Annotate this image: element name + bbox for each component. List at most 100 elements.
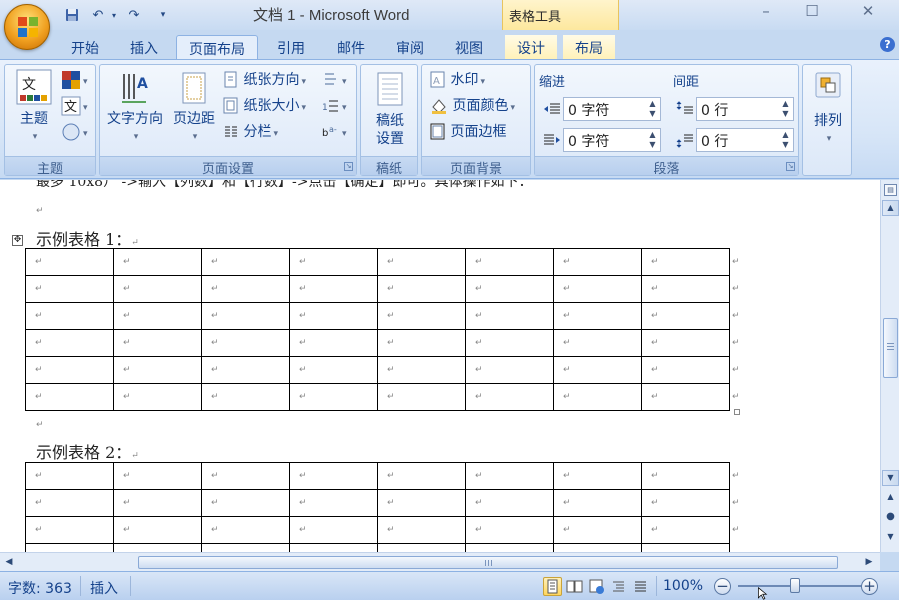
table-cell[interactable]: ↵ [465, 329, 554, 357]
table-cell[interactable]: ↵ [113, 302, 202, 330]
tab-layout[interactable]: 布局 [563, 35, 615, 60]
table-cell[interactable]: ↵ [25, 302, 114, 330]
page-color-button[interactable]: 页面颜色 ▾ [430, 95, 515, 117]
table-cell[interactable]: ↵ [377, 302, 466, 330]
hyphenation-button[interactable]: b a- ▾ [322, 121, 347, 143]
minimize-button[interactable]: – [744, 0, 788, 22]
text-direction-button[interactable]: A 文字方向 ▾ [102, 71, 168, 146]
theme-colors-button[interactable]: ▾ [61, 69, 88, 91]
table-cell[interactable]: ↵ [641, 356, 730, 384]
tab-review[interactable]: 审阅 [385, 35, 435, 60]
table-cell[interactable]: ↵ [553, 383, 642, 411]
table-cell[interactable]: ↵ [553, 489, 642, 517]
example-table-2[interactable]: ↵↵↵↵↵↵↵↵↵↵↵↵↵↵↵↵↵↵↵↵↵↵↵↵↵↵↵↵↵↵↵↵↵↵↵↵ [25, 462, 741, 552]
tab-view[interactable]: 视图 [444, 35, 494, 60]
table-cell[interactable]: ↵ [113, 516, 202, 544]
table-cell[interactable]: ↵ [289, 356, 378, 384]
watermark-button[interactable]: A 水印 ▾ [430, 69, 485, 91]
table-cell[interactable]: ↵ [553, 462, 642, 490]
tab-home[interactable]: 开始 [60, 35, 110, 60]
arrange-button[interactable]: 排列 ▾ [805, 71, 851, 148]
table-cell[interactable]: ↵ [113, 543, 202, 552]
table-cell[interactable]: ↵ [25, 543, 114, 552]
table-cell[interactable]: ↵ [465, 543, 554, 552]
ruler-toggle-icon[interactable]: ▤ [884, 184, 897, 196]
zoom-level[interactable]: 100% [663, 578, 703, 594]
maximize-button[interactable]: ☐ [790, 0, 834, 22]
horizontal-scroll-thumb[interactable] [138, 556, 838, 569]
example-table-1[interactable]: ↵ ↵ ↵ ↵ ↵ ↵ ↵ ↵ ↵ ↵ ↵ ↵ ↵ ↵ ↵ ↵ ↵ ↵ ↵ ↵ ↵ ↵ ↵ ↵ ↵ ↵ ↵ ↵ ↵ ↵ ↵ ↵ ↵ ↵ ↵ ↵ ↵ ↵ ↵ ↵… [25, 248, 741, 411]
table-cell[interactable]: ↵ [289, 329, 378, 357]
columns-button[interactable]: 分栏 ▾ [223, 121, 278, 143]
undo-dropdown-icon[interactable]: ▾ [108, 5, 120, 25]
full-screen-reading-view-icon[interactable] [565, 577, 584, 596]
table-cell[interactable]: ↵ [465, 302, 554, 330]
margins-button[interactable]: 页边距 ▾ [168, 71, 220, 146]
web-layout-view-icon[interactable] [587, 577, 606, 596]
table-cell[interactable]: ↵ [641, 248, 730, 276]
table-cell[interactable]: ↵ [113, 329, 202, 357]
scroll-right-icon[interactable]: ▶ [862, 555, 876, 569]
table-cell[interactable]: ↵ [113, 489, 202, 517]
table-cell[interactable]: ↵ [113, 462, 202, 490]
table-cell[interactable]: ↵ [377, 383, 466, 411]
indent-right-input[interactable]: 0 字符 ▲ ▼ [563, 128, 661, 152]
undo-icon[interactable]: ↶ [88, 5, 108, 25]
table-cell[interactable]: ↵ [641, 383, 730, 411]
table-cell[interactable]: ↵ [377, 543, 466, 552]
table-cell[interactable]: ↵ [289, 489, 378, 517]
table-cell[interactable]: ↵ [201, 516, 290, 544]
table-cell[interactable]: ↵ [289, 275, 378, 303]
tab-references[interactable]: 引用 [266, 35, 316, 60]
zoom-in-button[interactable]: + [861, 578, 878, 595]
table-cell[interactable]: ↵ [553, 302, 642, 330]
table-cell[interactable]: ↵ [377, 329, 466, 357]
table-cell[interactable]: ↵ [641, 329, 730, 357]
table-cell[interactable]: ↵ [641, 543, 730, 552]
spacing-after-input[interactable]: 0 行 ▲ ▼ [696, 128, 794, 152]
spinner-arrows-icon[interactable]: ▲ ▼ [780, 99, 791, 119]
table-cell[interactable]: ↵ [377, 462, 466, 490]
spinner-arrows-icon[interactable]: ▲ ▼ [647, 99, 658, 119]
spinner-arrows-icon[interactable]: ▲ ▼ [780, 130, 791, 150]
table-cell[interactable]: ↵ [201, 302, 290, 330]
table-cell[interactable]: ↵ [201, 489, 290, 517]
word-count[interactable]: 字数: 363 [8, 578, 72, 598]
indent-left-input[interactable]: 0 字符 ▲ ▼ [563, 97, 661, 121]
table-cell[interactable]: ↵ [289, 462, 378, 490]
table-cell[interactable]: ↵ [377, 356, 466, 384]
table-cell[interactable]: ↵ [289, 543, 378, 552]
table-cell[interactable]: ↵ [377, 248, 466, 276]
table-cell[interactable]: ↵ [201, 275, 290, 303]
next-page-icon[interactable]: ▼ [882, 530, 899, 546]
spacing-before-input[interactable]: 0 行 ▲ ▼ [696, 97, 794, 121]
scroll-up-icon[interactable]: ▲ [882, 200, 899, 216]
table-cell[interactable]: ↵ [553, 329, 642, 357]
draft-view-icon[interactable] [631, 577, 650, 596]
table-cell[interactable]: ↵ [113, 275, 202, 303]
insert-mode[interactable]: 插入 [90, 578, 118, 598]
table-cell[interactable]: ↵ [289, 383, 378, 411]
page-setup-launcher-icon[interactable]: ↘ [344, 162, 353, 171]
table-cell[interactable]: ↵ [25, 489, 114, 517]
previous-page-icon[interactable]: ▲ [882, 490, 899, 506]
table-cell[interactable]: ↵ [641, 462, 730, 490]
table-cell[interactable]: ↵ [25, 516, 114, 544]
table-cell[interactable]: ↵ [201, 543, 290, 552]
table-cell[interactable]: ↵ [113, 383, 202, 411]
scroll-down-icon[interactable]: ▼ [882, 470, 899, 486]
table-cell[interactable]: ↵ [25, 329, 114, 357]
table-cell[interactable]: ↵ [289, 302, 378, 330]
theme-effects-button[interactable]: ▾ [61, 121, 88, 143]
zoom-slider-knob[interactable] [790, 578, 800, 593]
select-browse-object-icon[interactable]: ● [882, 510, 899, 526]
orientation-button[interactable]: 纸张方向 ▾ [223, 69, 306, 91]
table-cell[interactable]: ↵ [641, 516, 730, 544]
table-cell[interactable]: ↵ [201, 356, 290, 384]
table-cell[interactable]: ↵ [377, 516, 466, 544]
themes-button[interactable]: 文 主题 ▾ [9, 69, 59, 146]
outline-view-icon[interactable] [609, 577, 628, 596]
table-move-handle-icon[interactable]: ✥ [12, 235, 23, 246]
table-cell[interactable]: ↵ [377, 489, 466, 517]
tab-mailings[interactable]: 邮件 [326, 35, 376, 60]
